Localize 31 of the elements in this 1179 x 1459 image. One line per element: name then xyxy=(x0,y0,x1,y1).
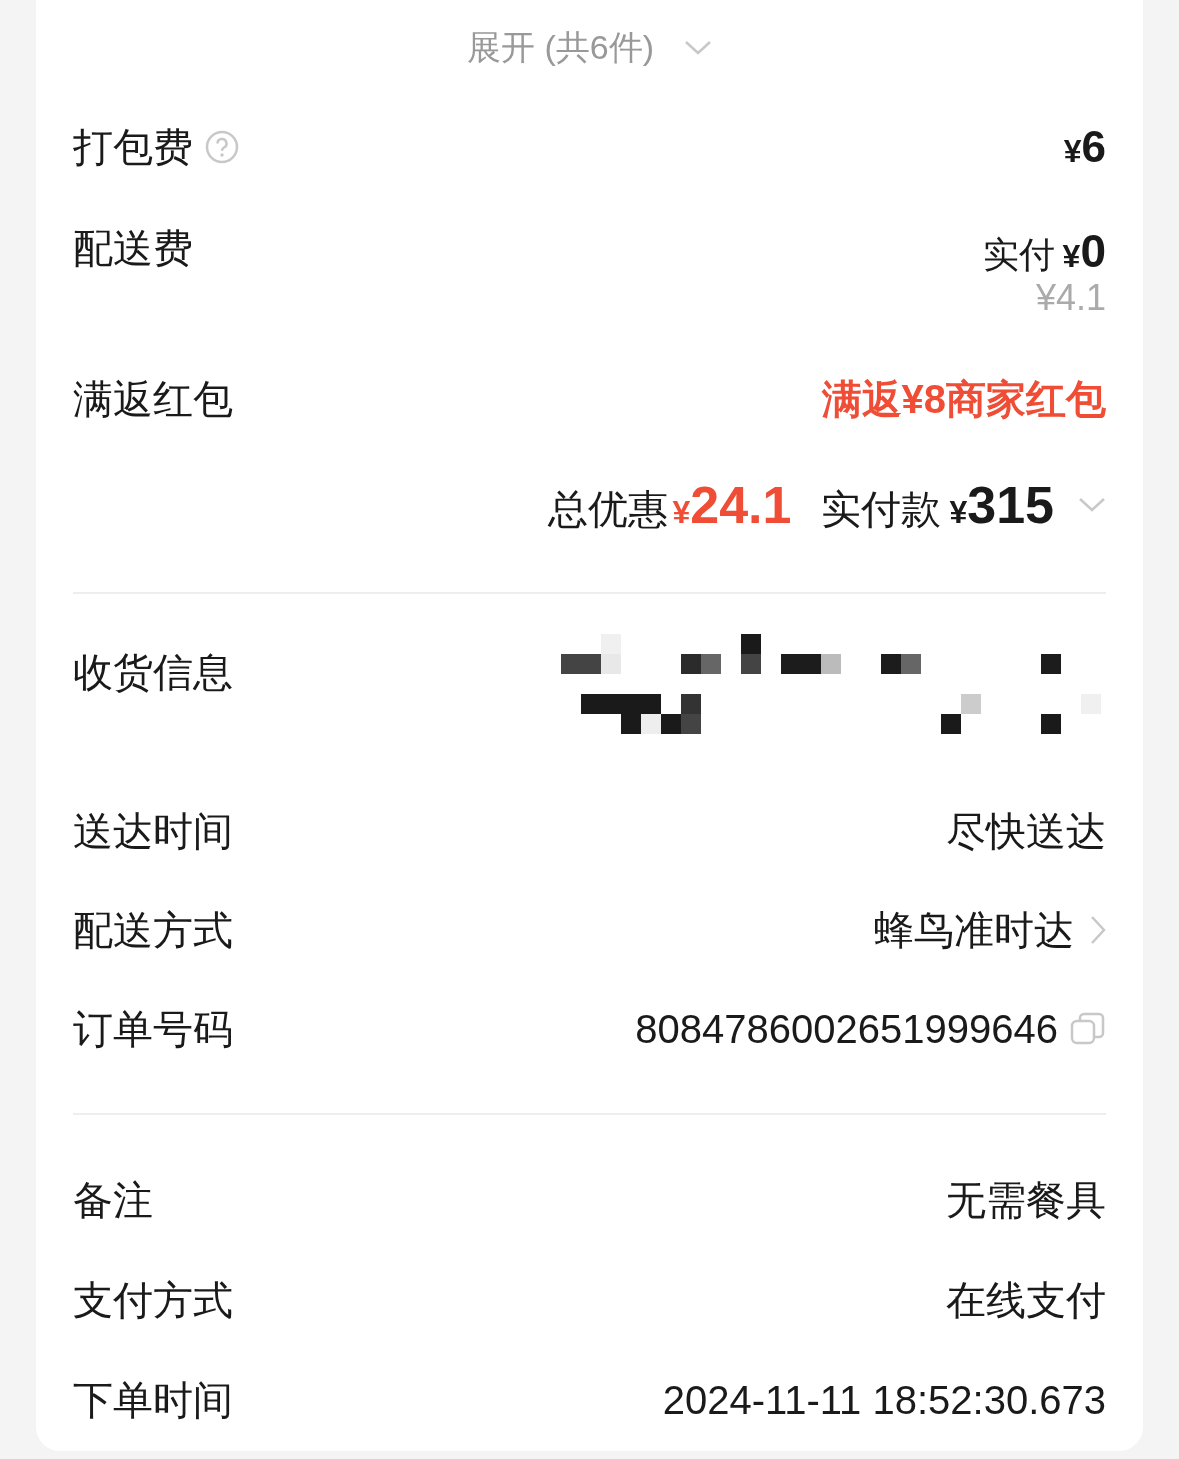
row-label: 备注 xyxy=(73,1180,153,1220)
delivery-method-link[interactable]: 蜂鸟准时达 xyxy=(874,909,1106,950)
paid-amount: ¥0 xyxy=(1062,228,1106,274)
chevron-down-icon xyxy=(684,39,712,56)
total-label: 实付款 xyxy=(821,489,942,529)
row-value: 在线支付 xyxy=(946,1280,1106,1320)
chevron-right-icon xyxy=(1090,914,1106,945)
chevron-down-icon xyxy=(1078,497,1106,513)
discount-amount: ¥24.1 xyxy=(672,479,792,531)
row-value: 尽快送达 xyxy=(946,810,1106,851)
row-value: 2024-11-11 18:52:30.673 xyxy=(662,1380,1106,1420)
original-price: ¥4.1 xyxy=(1035,280,1106,316)
fee-label: 配送费 xyxy=(73,228,193,268)
expand-total-button[interactable] xyxy=(1078,497,1106,513)
row-label: 订单号码 xyxy=(73,1008,233,1049)
row-label: 收货信息 xyxy=(73,652,233,692)
row-value: 无需餐具 xyxy=(946,1180,1106,1220)
row-label: 配送方式 xyxy=(73,909,233,950)
row-label: 下单时间 xyxy=(73,1380,233,1420)
row-label: 支付方式 xyxy=(73,1280,233,1320)
discount-label: 总优惠 xyxy=(548,489,669,529)
fee-label: 打包费 xyxy=(73,127,193,167)
paid-label: 实付 xyxy=(982,237,1055,273)
fee-amount: ¥6 xyxy=(1063,125,1106,169)
row-label: 送达时间 xyxy=(73,810,233,851)
total-amount: ¥315 xyxy=(949,479,1054,531)
row-value: 8084786002651999646 xyxy=(635,1008,1058,1049)
help-icon[interactable] xyxy=(205,130,239,164)
promo-text: 满返¥8商家红包 xyxy=(821,379,1106,419)
copy-icon[interactable] xyxy=(1070,1010,1106,1047)
fee-label: 满返红包 xyxy=(73,379,233,419)
